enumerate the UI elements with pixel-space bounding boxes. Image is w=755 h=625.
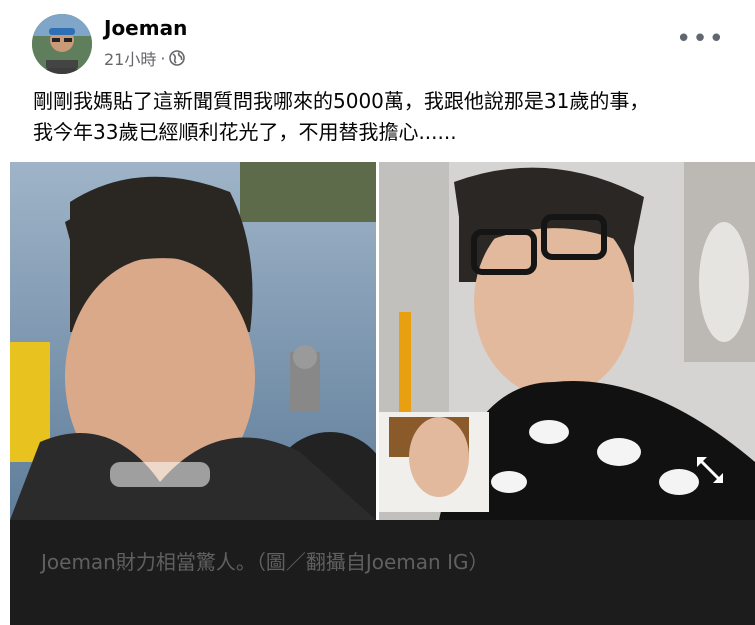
photo-grid [10, 162, 755, 520]
meta-separator: · [160, 48, 166, 68]
facebook-post: Joeman 21小時 · ••• 剛剛我媽貼了這新聞質問我哪來的5000萬，我… [0, 0, 755, 625]
post-header: Joeman 21小時 · ••• [30, 10, 755, 74]
photo-left[interactable] [10, 162, 376, 520]
caption-bar: Joeman財力相當驚人。（圖／翻攝自Joeman IG） [10, 520, 755, 625]
post-time[interactable]: 21小時 [104, 46, 156, 70]
image-caption: Joeman財力相當驚人。（圖／翻攝自Joeman IG） [41, 550, 489, 574]
more-options-icon[interactable]: ••• [676, 26, 725, 52]
globe-icon[interactable] [169, 50, 186, 66]
avatar-image [32, 14, 92, 74]
post-meta: 21小時 · [104, 46, 186, 70]
expand-icon[interactable] [693, 453, 727, 487]
post-text: 剛剛我媽貼了這新聞質問我哪來的5000萬，我跟他說那是31歲的事， 我今年33歲… [33, 89, 650, 144]
avatar[interactable] [32, 14, 92, 74]
author-name[interactable]: Joeman [104, 16, 187, 40]
